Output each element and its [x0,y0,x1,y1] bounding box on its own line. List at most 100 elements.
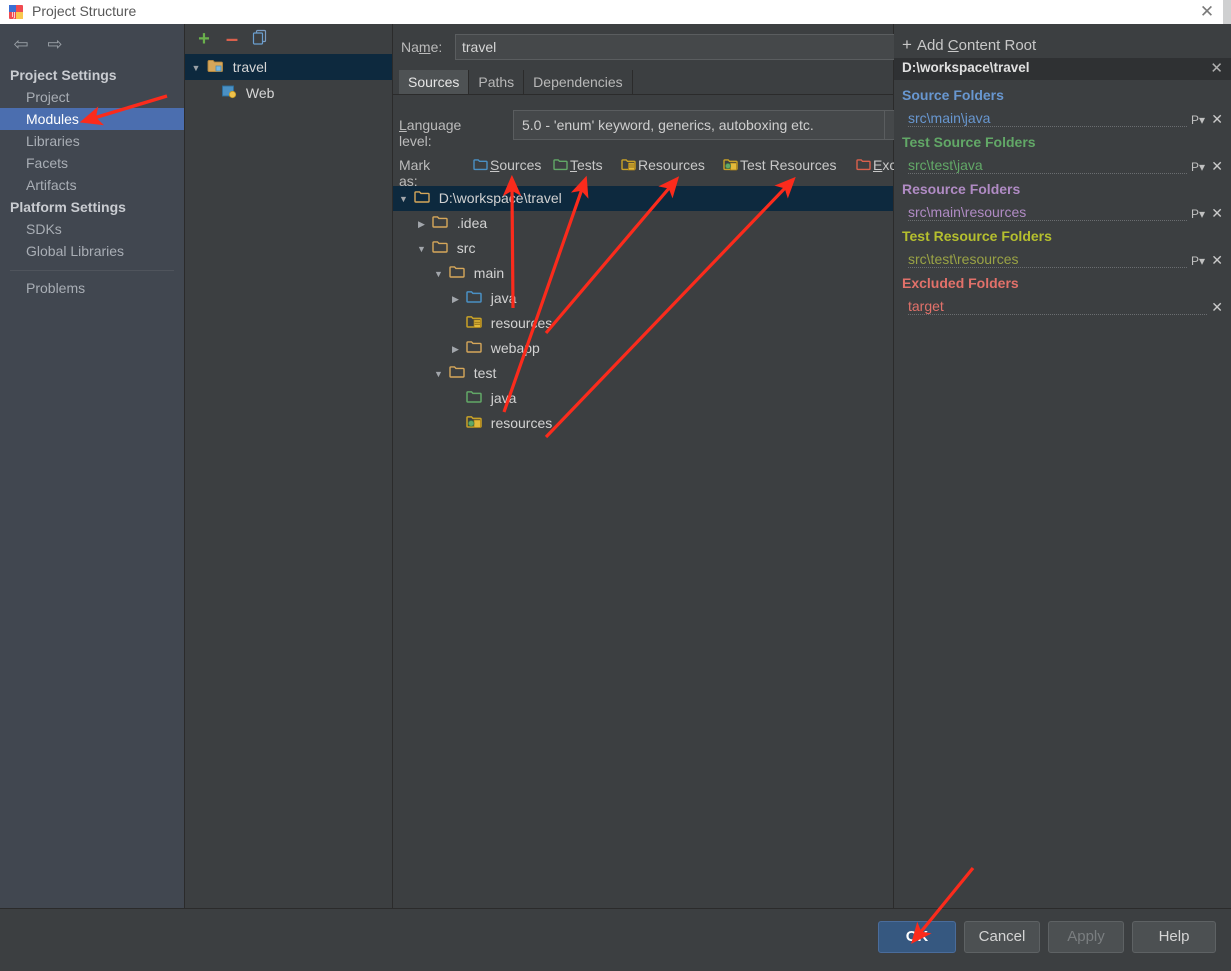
content-root-header: D:\workspace\travel ✕ [894,58,1231,80]
intellij-idea-icon: IJ [8,4,24,20]
language-level-value: 5.0 - 'enum' keyword, generics, autoboxi… [522,117,814,133]
tab-paths[interactable]: Paths [469,70,525,94]
tree-row-main-java[interactable]: ▶ java [393,286,893,311]
tab-sources[interactable]: Sources [399,70,470,94]
tree-row-main[interactable]: ▼ main [393,261,893,286]
module-row-travel[interactable]: ▼ travel [185,54,392,80]
module-row-web[interactable]: Web [185,80,392,106]
folder-excluded-icon [856,155,871,177]
tree-row-test[interactable]: ▼ test [393,361,893,386]
mark-as-tests-label: ests [577,157,603,173]
remove-module-icon[interactable]: – [221,28,243,50]
remove-folder-icon[interactable]: ✕ [1208,154,1223,178]
sidebar-divider [10,270,174,271]
test-source-folder-entry[interactable]: src\test\java P▾ ✕ [894,153,1231,179]
cancel-button[interactable]: Cancel [964,921,1040,953]
source-folder-entry[interactable]: src\main\java P▾ ✕ [894,106,1231,132]
module-editor-panel: Name: SourcesPathsDependencies Language … [393,24,1231,908]
tab-dependencies[interactable]: Dependencies [524,70,633,94]
folder-icon [414,187,430,212]
tree-row-test-resources[interactable]: ▶ resources [393,411,893,436]
sidebar-item-artifacts[interactable]: Artifacts [0,174,184,196]
tree-row-content-root[interactable]: ▼ D:\workspace\travel [393,186,893,211]
resource-folder-path: src\main\resources [908,204,1031,220]
remove-folder-icon[interactable]: ✕ [1208,295,1223,319]
mark-as-sources-button[interactable]: Sources [473,154,541,176]
sidebar-item-sdks[interactable]: SDKs [0,218,184,240]
chevron-down-icon[interactable]: ▼ [432,362,445,387]
content-root-path: D:\workspace\travel [902,60,1030,75]
remove-folder-icon[interactable]: ✕ [1208,248,1223,272]
content-root-tree: ▼ D:\workspace\travel ▶ .idea ▼ src ▼ ma… [393,186,893,908]
tree-row-webapp[interactable]: ▶ webapp [393,336,893,361]
sidebar-group-platform-settings: Platform Settings [10,199,126,215]
folder-icon [432,212,448,237]
excluded-folder-entry[interactable]: target ✕ [894,294,1231,319]
sidebar-item-problems[interactable]: Problems [0,277,184,299]
add-module-icon[interactable]: + [193,28,215,50]
chevron-down-icon[interactable]: ▼ [432,262,445,287]
tree-row-main-resources[interactable]: ▶ resources [393,311,893,336]
chevron-right-icon[interactable]: ▶ [449,337,462,362]
mark-as-test-resources-button[interactable]: Test Resources [723,154,836,176]
forward-arrow-icon[interactable]: ⇨ [40,32,70,56]
folder-tests-icon [553,155,568,177]
ok-button[interactable]: OK [878,921,956,953]
test-source-folders-title: Test Source Folders [902,134,1036,150]
modules-toolbar: + – [185,24,392,52]
language-level-label: Language level: [399,117,462,149]
folder-test-resources-icon [466,412,482,437]
folder-icon [449,262,465,287]
folder-resources-icon [621,155,636,177]
remove-folder-icon[interactable]: ✕ [1208,201,1223,225]
copy-module-icon[interactable] [249,28,271,50]
tree-row-src[interactable]: ▼ src [393,236,893,261]
resource-folder-entry[interactable]: src\main\resources P▾ ✕ [894,200,1231,226]
help-button[interactable]: Help [1132,921,1216,953]
remove-folder-icon[interactable]: ✕ [1208,107,1223,131]
mark-as-resources-button[interactable]: Resources [621,154,705,176]
tree-row-label: resources [490,315,553,331]
folder-icon [466,337,482,362]
tree-row-test-java[interactable]: ▶ java [393,386,893,411]
settings-sidebar: ⇦ ⇨ Project Settings Project Modules Lib… [0,24,185,908]
navigation-arrows: ⇦ ⇨ [6,32,86,58]
module-folder-icon [207,55,224,81]
folder-properties-icon[interactable]: P▾ [1187,155,1205,179]
folder-properties-icon[interactable]: P▾ [1187,202,1205,226]
add-content-root-label: Add Content Root [916,37,1037,54]
close-icon[interactable]: ✕ [1197,2,1217,22]
language-level-select[interactable]: 5.0 - 'enum' keyword, generics, autoboxi… [513,110,918,140]
sidebar-item-global-libraries[interactable]: Global Libraries [0,240,184,262]
add-content-root-button[interactable]: + Add Content Root [894,32,1036,58]
test-resource-folder-entry[interactable]: src\test\resources P▾ ✕ [894,247,1231,273]
tree-row-idea[interactable]: ▶ .idea [393,211,893,236]
chevron-down-icon[interactable]: ▼ [415,237,428,262]
excluded-folders-group: Excluded Folders target ✕ [894,272,1231,319]
folder-properties-icon[interactable]: P▾ [1187,249,1205,273]
mark-as-tests-button[interactable]: Tests [553,154,603,176]
chevron-right-icon[interactable]: ▶ [415,212,428,237]
sidebar-group-project-settings: Project Settings [10,67,117,83]
sidebar-item-facets[interactable]: Facets [0,152,184,174]
mark-as-test-resources-label: Test Resources [740,157,837,173]
sidebar-item-libraries[interactable]: Libraries [0,130,184,152]
chevron-down-icon[interactable]: ▼ [397,187,410,212]
plus-icon: + [902,35,912,54]
resource-folders-title: Resource Folders [902,181,1021,197]
tree-row-label: java [490,290,517,306]
sidebar-item-project[interactable]: Project [0,86,184,108]
remove-content-root-icon[interactable]: ✕ [1210,59,1223,77]
window-title-bar: IJ Project Structure ✕ [0,0,1231,25]
chevron-down-icon[interactable]: ▼ [189,55,203,81]
modules-panel: + – ▼ travel Web [185,24,393,908]
resource-folders-group: Resource Folders src\main\resources P▾ ✕ [894,178,1231,226]
test-resource-folders-title: Test Resource Folders [902,228,1052,244]
folder-sources-icon [466,287,482,312]
back-arrow-icon[interactable]: ⇦ [6,32,36,56]
sidebar-item-modules[interactable]: Modules [0,108,184,130]
test-resource-folder-path: src\test\resources [908,251,1023,267]
module-editor-tabs: Sources Paths Dependencies [399,70,633,94]
folder-properties-icon[interactable]: P▾ [1187,108,1205,132]
chevron-right-icon[interactable]: ▶ [449,287,462,312]
